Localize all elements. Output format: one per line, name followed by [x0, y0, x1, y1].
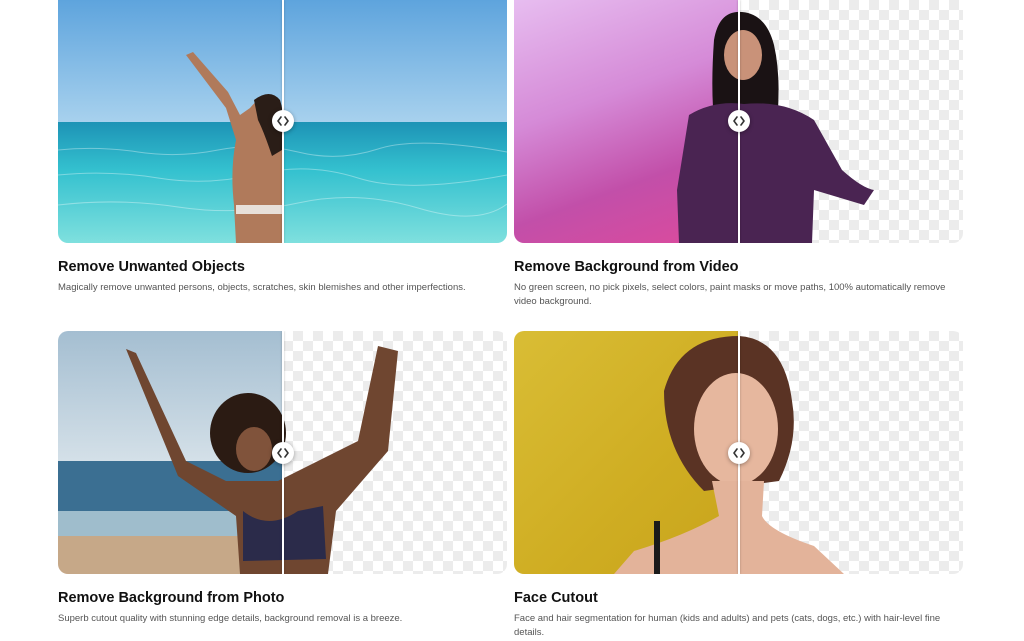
feature-description: Superb cutout quality with stunning edge… [58, 613, 403, 624]
chevrons-left-right-icon [733, 116, 745, 126]
comparison-handle[interactable] [272, 442, 294, 464]
feature-title: Face Cutout [514, 590, 598, 606]
before-after-comparison[interactable] [58, 331, 507, 574]
feature-description: Magically remove unwanted persons, objec… [58, 282, 466, 293]
chevrons-left-right-icon [277, 116, 289, 126]
feature-card-remove-objects: Remove Unwanted Objects Magically remove… [58, 0, 507, 293]
comparison-handle[interactable] [728, 110, 750, 132]
chevrons-left-right-icon [733, 448, 745, 458]
feature-card-remove-photo-bg: Remove Background from Photo Superb cuto… [58, 331, 507, 624]
before-after-comparison[interactable] [514, 331, 963, 574]
chevrons-left-right-icon [277, 448, 289, 458]
feature-card-face-cutout: Face Cutout Face and hair segmentation f… [514, 331, 963, 638]
before-after-comparison[interactable] [58, 0, 507, 243]
feature-title: Remove Background from Video [514, 259, 739, 275]
comparison-handle[interactable] [728, 442, 750, 464]
feature-description: No green screen, no pick pixels, select … [514, 282, 946, 307]
before-after-comparison[interactable] [514, 0, 963, 243]
feature-title: Remove Unwanted Objects [58, 259, 245, 275]
feature-description: Face and hair segmentation for human (ki… [514, 613, 941, 638]
feature-card-remove-video-bg: Remove Background from Video No green sc… [514, 0, 963, 307]
comparison-handle[interactable] [272, 110, 294, 132]
feature-title: Remove Background from Photo [58, 590, 285, 606]
